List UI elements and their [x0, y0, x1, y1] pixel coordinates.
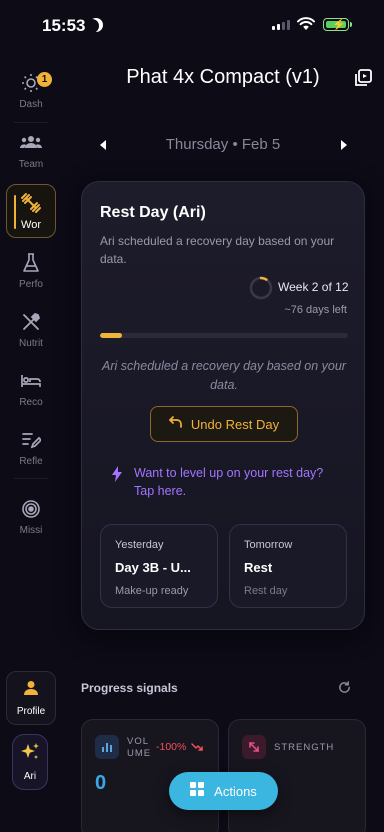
bar-chart-icon	[95, 735, 119, 759]
sidebar-item-label: Perfo	[19, 279, 43, 290]
notification-badge: 1	[37, 72, 52, 87]
signal-value: 0	[95, 772, 107, 794]
cellular-signal-icon	[272, 20, 290, 30]
tomorrow-card[interactable]: Tomorrow Rest Rest day	[229, 524, 347, 608]
sidebar-item-label: Refle	[19, 456, 43, 467]
actions-button[interactable]: Actions	[169, 772, 278, 810]
undo-rest-day-button[interactable]: Undo Rest Day	[150, 406, 298, 442]
yesterday-status: Make-up ready	[115, 585, 189, 597]
program-progress-fill	[100, 333, 123, 338]
tomorrow-status: Rest day	[244, 585, 288, 597]
profile-label: Profile	[16, 705, 46, 717]
sidebar-item-label: Reco	[19, 397, 43, 408]
sidebar-item-label: Missi	[19, 525, 43, 536]
current-date: Thursday • Feb 5	[165, 136, 281, 153]
sidebar-item-nutrition[interactable]: Nutrit	[6, 303, 56, 357]
bolt-icon	[112, 464, 122, 500]
divider	[14, 122, 48, 123]
signal-change-value: -100%	[156, 741, 187, 753]
status-bar: 15:53 ⚡	[0, 0, 384, 52]
days-left: ~76 days left	[284, 304, 347, 316]
card-title: Rest Day (Ari)	[100, 204, 206, 221]
sidebar-item-label: Nutrit	[19, 338, 43, 349]
tomorrow-value: Rest	[244, 560, 273, 575]
ari-assistant-button[interactable]: Ari	[12, 734, 48, 790]
next-day-button[interactable]	[336, 137, 350, 153]
sidebar-item-reflection[interactable]: Refle	[6, 421, 56, 475]
yesterday-value: Day 3B - U...	[115, 560, 191, 575]
user-icon	[23, 680, 39, 701]
flask-icon	[20, 252, 42, 274]
trend-down-icon	[191, 742, 204, 751]
program-switch-icon[interactable]	[353, 68, 373, 93]
sidebar-item-team[interactable]: Team	[6, 124, 56, 178]
actions-label: Actions	[214, 783, 257, 799]
signal-label: STRENGTH	[274, 742, 335, 753]
page-title: Phat 4x Compact (v1)	[126, 66, 320, 88]
battery-icon: ⚡	[323, 18, 352, 31]
level-up-label: Want to level up on your rest day? Tap h…	[134, 466, 324, 498]
grid-icon	[190, 781, 205, 801]
sidebar-item-missions[interactable]: Missi	[6, 490, 56, 544]
tomorrow-key: Tomorrow	[244, 539, 293, 551]
undo-icon	[169, 415, 183, 433]
divider	[14, 478, 48, 479]
level-up-link[interactable]: Want to level up on your rest day? Tap h…	[112, 464, 332, 500]
moon-icon	[85, 19, 99, 33]
sidebar-item-dash[interactable]: 1 Dash	[6, 64, 56, 118]
signal-change: -100%	[156, 741, 204, 753]
date-navigator: Thursday • Feb 5	[90, 134, 356, 156]
status-time: 15:53	[42, 16, 86, 35]
target-icon	[20, 498, 42, 520]
pen-lines-icon	[20, 429, 42, 451]
utensils-icon	[20, 311, 42, 333]
wifi-icon	[297, 17, 315, 30]
sidebar-item-workout[interactable]: Wor	[6, 184, 56, 238]
sidebar-item-recovery[interactable]: Reco	[6, 362, 56, 416]
signal-label: VOLUME	[127, 736, 152, 759]
progress-signals-title: Progress signals	[81, 681, 178, 695]
team-icon	[20, 132, 42, 154]
card-subtitle: Ari scheduled a recovery day based on yo…	[100, 234, 335, 266]
sidebar-item-performance[interactable]: Perfo	[6, 244, 56, 298]
rest-note: Ari scheduled a recovery day based on yo…	[102, 359, 346, 392]
dumbbell-icon	[20, 192, 42, 214]
rest-day-card: Rest Day (Ari) Ari scheduled a recovery …	[81, 181, 365, 630]
sidebar-item-label: Dash	[19, 99, 43, 110]
sidebar-item-label: Team	[18, 159, 44, 170]
week-counter: Week 2 of 12	[278, 280, 349, 294]
undo-rest-day-label: Undo Rest Day	[190, 416, 280, 432]
bed-icon	[20, 370, 42, 392]
week-progress-ring	[249, 276, 273, 300]
refresh-icon	[339, 681, 350, 693]
yesterday-key: Yesterday	[115, 539, 164, 551]
expand-arrows-icon	[242, 735, 266, 759]
yesterday-card[interactable]: Yesterday Day 3B - U... Make-up ready	[100, 524, 218, 608]
chevron-right-icon	[340, 140, 347, 150]
profile-button[interactable]: Profile	[6, 671, 56, 725]
sidebar-item-label: Wor	[21, 218, 41, 231]
program-progress-bar	[100, 333, 348, 338]
sparkles-icon	[20, 742, 40, 767]
ari-label: Ari	[23, 771, 37, 782]
refresh-button[interactable]	[338, 681, 351, 699]
